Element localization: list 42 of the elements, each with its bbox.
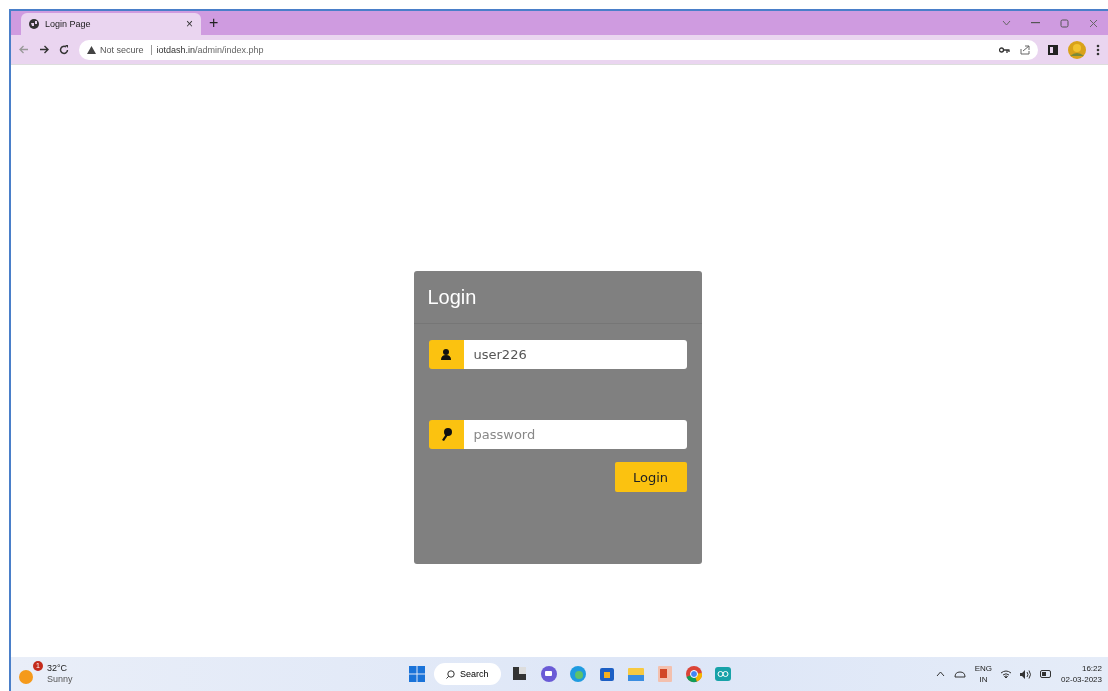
chevron-down-icon[interactable] bbox=[1002, 20, 1011, 26]
globe-icon bbox=[29, 19, 39, 29]
login-button[interactable]: Login bbox=[614, 462, 687, 492]
reload-icon[interactable] bbox=[59, 44, 69, 55]
user-icon bbox=[441, 349, 451, 360]
avatar-icon[interactable] bbox=[1068, 40, 1086, 59]
cloud-icon[interactable] bbox=[953, 670, 966, 678]
side-panel-icon[interactable] bbox=[1048, 44, 1058, 55]
language-label[interactable]: ENG bbox=[974, 663, 993, 674]
tab-title: Login Page bbox=[45, 19, 92, 29]
wifi-icon[interactable] bbox=[1001, 670, 1012, 678]
key-icon bbox=[440, 428, 452, 441]
address-bar[interactable]: Not secure iotdash.in/admin/index.php bbox=[79, 39, 1038, 60]
share-icon[interactable] bbox=[1020, 44, 1030, 55]
temperature-label: 32°C bbox=[47, 663, 69, 674]
new-tab-button[interactable]: + bbox=[209, 14, 219, 32]
close-icon[interactable] bbox=[1089, 18, 1098, 28]
security-label: Not secure bbox=[100, 44, 144, 55]
speaker-icon[interactable] bbox=[1020, 669, 1032, 679]
close-tab-button[interactable]: × bbox=[186, 17, 193, 31]
url-text: iotdash.in/admin/index.php bbox=[150, 44, 264, 55]
chat-app-icon[interactable] bbox=[538, 664, 559, 684]
clock-date[interactable]: 02-03-2023 bbox=[1061, 674, 1102, 685]
search-button[interactable]: Search bbox=[434, 663, 501, 685]
region-label[interactable]: IN bbox=[979, 674, 988, 685]
minimize-icon[interactable] bbox=[1031, 22, 1040, 24]
more-icon[interactable] bbox=[1096, 43, 1100, 56]
chrome-app-icon[interactable] bbox=[683, 664, 704, 684]
start-icon[interactable] bbox=[409, 666, 425, 682]
clock-time[interactable]: 16:22 bbox=[1081, 663, 1102, 674]
warning-icon bbox=[87, 45, 96, 54]
chevron-up-icon[interactable] bbox=[935, 671, 945, 677]
battery-icon[interactable] bbox=[1040, 670, 1053, 678]
weather-label: Sunny bbox=[47, 674, 73, 685]
restore-icon[interactable] bbox=[1060, 18, 1069, 28]
browser-tab[interactable]: Login Page × bbox=[21, 13, 201, 35]
back-icon[interactable] bbox=[19, 45, 29, 54]
key-icon[interactable] bbox=[999, 46, 1010, 53]
forward-icon[interactable] bbox=[39, 45, 49, 54]
search-icon bbox=[446, 669, 455, 679]
login-title: Login bbox=[427, 285, 477, 309]
weather-sun-icon[interactable] bbox=[19, 670, 33, 684]
